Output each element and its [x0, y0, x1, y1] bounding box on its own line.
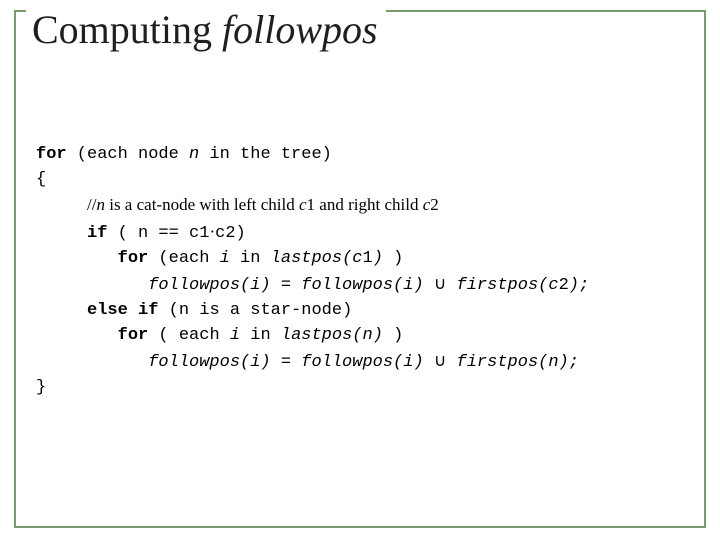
- code-line-3: //n is a cat-node with left child c1 and…: [36, 197, 439, 216]
- title-em: followpos: [222, 7, 378, 52]
- code-block: for (each node n in the tree) { //n is a…: [36, 142, 696, 400]
- code-line-10: }: [36, 378, 46, 397]
- code-line-2: {: [36, 170, 46, 189]
- code-line-1: for (each node n in the tree): [36, 145, 342, 164]
- code-line-9: followpos(i) = followpos(i) ∪ firstpos(n…: [36, 353, 579, 372]
- slide: Computing followpos for (each node n in …: [0, 0, 720, 540]
- code-line-5: for (each i in lastpos(c1) ): [36, 249, 403, 268]
- code-line-6: followpos(i) = followpos(i) ∪ firstpos(c…: [36, 276, 589, 295]
- slide-frame: Computing followpos for (each node n in …: [14, 10, 706, 528]
- code-line-8: for ( each i in lastpos(n) ): [36, 326, 403, 345]
- code-line-7: else if (n is a star-node): [36, 301, 352, 320]
- title-prefix: Computing: [32, 7, 222, 52]
- code-line-4: if ( n == c1·c2): [36, 224, 246, 243]
- slide-title: Computing followpos: [26, 6, 386, 53]
